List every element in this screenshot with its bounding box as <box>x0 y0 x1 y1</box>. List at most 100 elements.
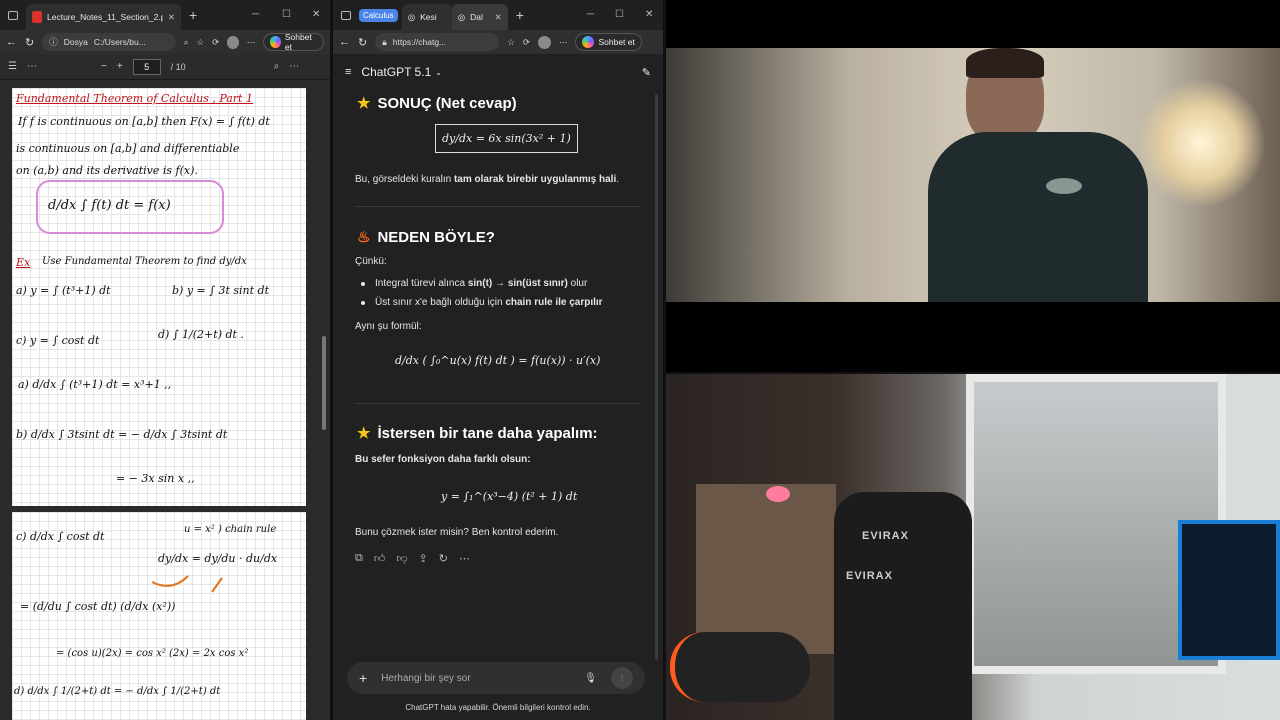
url-text: https://chatg... <box>392 37 447 47</box>
close-window-icon[interactable]: ✕ <box>312 9 320 20</box>
result-text: Bu, görseldeki kuralın tam olarak birebi… <box>355 174 619 185</box>
because-text: Çünkü: <box>355 256 387 267</box>
window-menu-icon[interactable] <box>341 10 351 20</box>
copilot-icon <box>270 36 281 48</box>
page-total: / 10 <box>170 61 186 72</box>
more-icon[interactable]: ⋯ <box>247 37 256 48</box>
bullet-1-bold1: sin(t) <box>467 278 493 289</box>
question-text: Bunu çözmek ister misin? Ben kontrol ede… <box>355 527 559 538</box>
address-bar[interactable]: ⓘ Dosya C:/Users/bu... <box>42 33 176 51</box>
example-label: Ex <box>16 256 31 269</box>
result-heading-text: SONUÇ (Net cevap) <box>377 94 517 112</box>
pdf-more-icon[interactable]: ⋯ <box>27 61 37 72</box>
message-actions: ⧉ 👍︎ 👎︎ ⇪ ↻ ⋯ <box>355 552 470 565</box>
notes-line-1: If f is continuous on [a,b] then F(x) = … <box>18 115 270 128</box>
bullet-2-pre: Üst sınır x'e bağlı olduğu için <box>375 297 506 308</box>
regenerate-icon[interactable]: ↻ <box>439 552 448 565</box>
back-icon[interactable]: ← <box>339 36 350 48</box>
pdf-toolbar: ☰ ⋯ − + 5 / 10 ⌕ ⋯ <box>0 54 330 80</box>
pdf-scrollbar[interactable] <box>322 336 326 430</box>
extensions-icon[interactable]: ⟳ <box>523 37 530 48</box>
solution-a: a) d/dx ∫ (t³+1) dt = x³+1 ,, <box>18 378 172 391</box>
result-heading: ★ SONUÇ (Net cevap) <box>357 94 517 113</box>
maximize-icon[interactable]: ☐ <box>282 9 291 20</box>
tab-dal-label: Dal <box>470 12 483 22</box>
contents-icon[interactable]: ☰ <box>8 61 17 72</box>
prompt-input[interactable]: + Herhangi bir şey sor 🎙︎ ⫶ <box>347 662 645 694</box>
refresh-icon[interactable]: ↻ <box>358 36 367 49</box>
sidebar-toggle-icon[interactable]: ≡ <box>345 66 351 78</box>
refresh-icon[interactable]: ↻ <box>25 36 34 49</box>
tab-dal[interactable]: ◎ Dal ✕ <box>451 4 508 30</box>
chat-message: ★ SONUÇ (Net cevap) dy/dx = 6x sin(3x² +… <box>333 86 663 684</box>
new-tab-icon[interactable]: + <box>516 7 524 23</box>
chat-scrollbar[interactable] <box>655 94 658 660</box>
letterbox-bottom <box>666 302 1280 372</box>
new-chat-icon[interactable]: ✎ <box>642 66 651 79</box>
minimize-icon[interactable]: ─ <box>252 9 259 20</box>
pdf-page-1: Fundamental Theorem of Calculus , Part 1… <box>12 88 306 506</box>
bullet-2: Üst sınır x'e bağlı olduğu için chain ru… <box>361 297 603 308</box>
pdf-overflow-icon[interactable]: ⋯ <box>289 61 299 72</box>
search-icon[interactable]: ⌕ <box>274 61 280 72</box>
tab-group-calculus[interactable]: Calculus <box>359 8 398 22</box>
result-formula: dy/dx = 6x sin(3x² + 1) <box>435 124 578 153</box>
thumbs-down-icon[interactable]: 👎︎ <box>396 552 407 565</box>
star-icon: ★ <box>357 425 371 442</box>
pdf-browser-toolbar: ← ↻ ⓘ Dosya C:/Users/bu... ⌕ ☆ ⟳ ⋯ Sohbe… <box>0 30 330 54</box>
close-tab-icon[interactable]: ✕ <box>495 12 502 23</box>
close-tab-icon[interactable]: ✕ <box>168 12 175 23</box>
pdf-tab[interactable]: Lecture_Notes_11_Section_2.pdf ✕ <box>26 4 181 30</box>
microphone-icon[interactable]: 🎙︎ <box>584 673 597 684</box>
pdf-viewer-window: Lecture_Notes_11_Section_2.pdf ✕ + ─ ☐ ✕… <box>0 0 330 720</box>
extensions-icon[interactable]: ⟳ <box>212 37 219 48</box>
tab-kesi[interactable]: ◎ Kesi <box>401 4 452 30</box>
pdf-page-2: c) d/dx ∫ cost dt u = x² ) chain rule dy… <box>12 512 306 720</box>
bullet-1-post: olur <box>567 278 588 289</box>
share-icon[interactable]: ⇪ <box>419 552 428 565</box>
close-window-icon[interactable]: ✕ <box>645 9 653 20</box>
result-text-bold: tam olarak birebir uygulanmış hali <box>453 174 617 185</box>
microphone <box>670 632 810 702</box>
formula-intro: Aynı şu formül: <box>355 321 422 332</box>
bullet-1-bold2: sin(üst sınır) <box>507 278 568 289</box>
thumbs-up-icon[interactable]: 👍︎ <box>374 552 386 565</box>
lamp-glow <box>1136 78 1266 208</box>
example-d: d) ∫ 1/(2+t) dt . <box>158 328 244 341</box>
voice-mode-icon[interactable]: ⫶ <box>611 667 633 689</box>
back-icon[interactable]: ← <box>6 36 17 48</box>
avatar[interactable] <box>227 35 239 49</box>
minimize-icon[interactable]: ─ <box>587 9 594 20</box>
favorite-icon[interactable]: ☆ <box>196 37 204 48</box>
tab-kesi-label: Kesi <box>420 12 437 22</box>
sweater-logo-icon <box>1046 178 1082 194</box>
copilot-button[interactable]: Sohbet et <box>575 33 642 51</box>
plus-icon[interactable]: + <box>359 670 367 686</box>
copilot-button[interactable]: Sohbet et <box>263 32 324 52</box>
new-tab-icon[interactable]: + <box>189 7 197 23</box>
pdf-tab-title: Lecture_Notes_11_Section_2.pdf <box>47 12 163 22</box>
page-number-input[interactable]: 5 <box>132 58 161 75</box>
disclaimer-footer: ChatGPT hata yapabilir. Önemli bilgileri… <box>405 703 591 712</box>
zoom-icon[interactable]: ⌕ <box>184 37 189 48</box>
person-sweater <box>928 132 1148 302</box>
video-frame-top <box>666 0 1280 372</box>
maximize-icon[interactable]: ☐ <box>615 9 624 20</box>
copy-icon[interactable]: ⧉ <box>355 552 363 565</box>
url-bar[interactable]: 🔒︎ https://chatg... <box>375 33 500 51</box>
more-icon[interactable]: ⋯ <box>559 37 568 48</box>
chair-logo: EVIRAX <box>862 530 909 542</box>
more-icon[interactable]: ⋯ <box>459 552 470 565</box>
zoom-in-icon[interactable]: + <box>117 61 123 72</box>
window-menu-icon[interactable] <box>8 10 18 20</box>
divider <box>355 403 641 404</box>
fire-icon: ♨ <box>357 229 371 246</box>
webcam-frame: EVIRAX EVIRAX <box>666 374 1280 720</box>
favorite-icon[interactable]: ☆ <box>507 37 515 48</box>
model-selector[interactable]: ChatGPT 5.1 ⌄ <box>361 65 442 79</box>
bullet-2-bold: chain rule ile çarpılır <box>505 297 603 308</box>
monitor <box>1178 520 1280 660</box>
pdf-file-icon <box>32 11 42 23</box>
avatar[interactable] <box>537 35 551 49</box>
zoom-out-icon[interactable]: − <box>101 61 107 72</box>
